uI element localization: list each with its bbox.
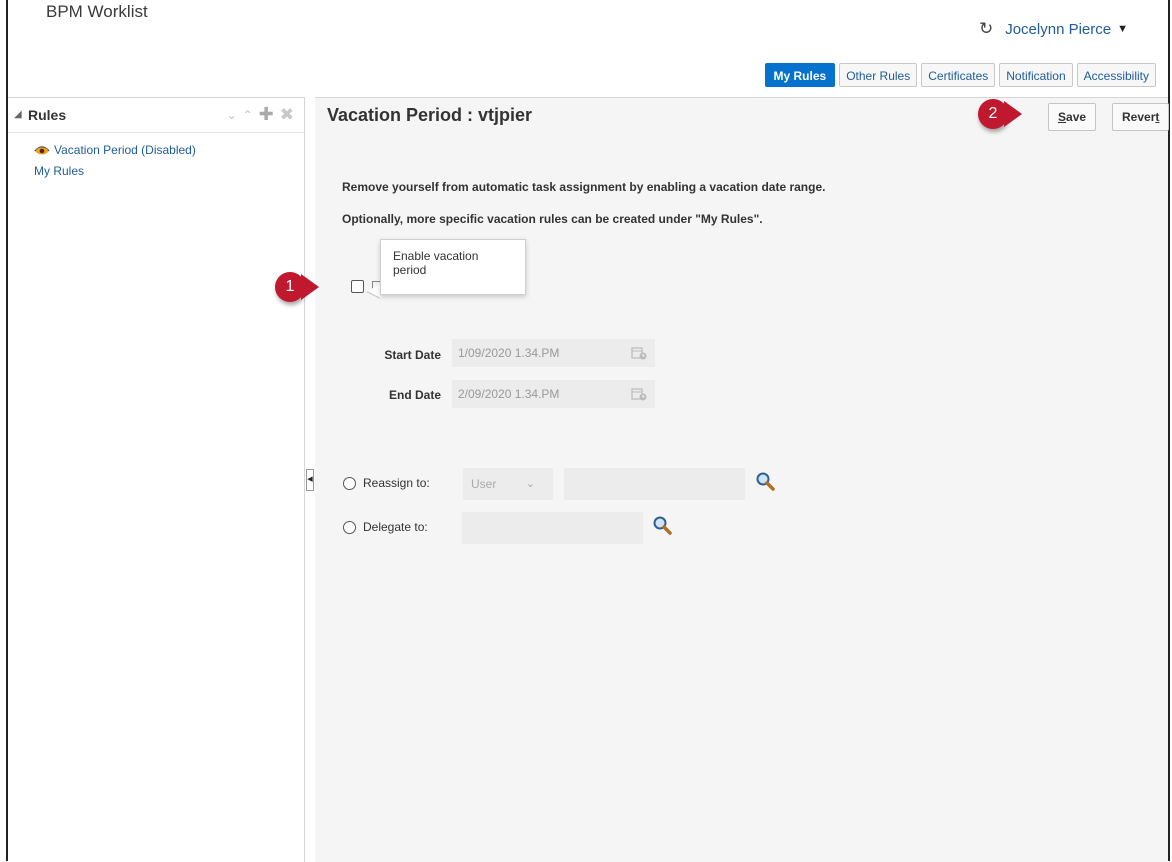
eye-icon xyxy=(34,145,50,154)
sidebar-item-label[interactable]: Vacation Period (Disabled) xyxy=(54,143,196,157)
search-icon[interactable] xyxy=(755,471,775,491)
user-name[interactable]: Jocelynn Pierce xyxy=(1005,21,1111,38)
chevron-down-icon: ⌄ xyxy=(525,478,535,490)
reassign-type-value: User xyxy=(471,477,497,491)
sidebar-toolbar: ⌄ ⌃ ✚ ✖ xyxy=(227,104,294,125)
sidebar-item-vacation-period[interactable]: Vacation Period (Disabled) xyxy=(34,139,304,160)
start-date-value: 1/09/2020 1.34.PM xyxy=(458,346,560,360)
delete-icon[interactable]: ✖ xyxy=(280,105,294,125)
enable-vacation-tooltip: Enable vacation period xyxy=(380,239,526,295)
reassign-radio[interactable] xyxy=(343,477,356,490)
revert-label-pre: Rever xyxy=(1122,110,1156,124)
start-date-field[interactable]: 1/09/2020 1.34.PM xyxy=(452,339,655,367)
end-date-value: 2/09/2020 1.34.PM xyxy=(458,387,560,401)
tab-certificates[interactable]: Certificates xyxy=(921,63,996,87)
delegate-radio[interactable] xyxy=(343,521,356,534)
tab-accessibility[interactable]: Accessibility xyxy=(1076,63,1156,87)
save-label-rest: ave xyxy=(1066,110,1087,124)
intro-text: Remove yourself from automatic task assi… xyxy=(342,180,826,194)
save-label-accesskey: S xyxy=(1058,110,1067,124)
page-title: Vacation Period : vtjpier xyxy=(327,105,533,125)
calendar-icon[interactable] xyxy=(631,387,647,401)
reassign-type-select[interactable]: User ⌄ xyxy=(463,468,553,500)
end-date-field[interactable]: 2/09/2020 1.34.PM xyxy=(452,380,655,408)
add-icon[interactable]: ✚ xyxy=(259,104,274,125)
step-callout-2: 2 xyxy=(978,99,1022,129)
reassign-label: Reassign to: xyxy=(363,476,430,490)
delegate-input[interactable] xyxy=(462,512,643,544)
sidebar-title: Rules xyxy=(28,107,67,123)
collapse-triangle-icon[interactable]: ◢ xyxy=(14,109,22,120)
app-title: BPM Worklist xyxy=(46,2,148,21)
reassign-input[interactable] xyxy=(564,468,745,500)
chevron-up-icon[interactable]: ⌃ xyxy=(243,108,253,122)
intro-text-optional: Optionally, more specific vacation rules… xyxy=(342,212,763,226)
caret-down-icon[interactable]: ▼ xyxy=(1117,23,1128,35)
calendar-icon[interactable] xyxy=(631,346,647,360)
enable-vacation-checkbox[interactable] xyxy=(351,280,364,293)
user-menu[interactable]: ↻ Jocelynn Pierce ▼ xyxy=(979,19,1128,39)
revert-label-accesskey: t xyxy=(1155,110,1160,124)
pane-collapse-handle[interactable]: ◀ xyxy=(306,469,314,491)
search-icon[interactable] xyxy=(652,515,672,535)
save-button[interactable]: Save xyxy=(1048,103,1097,131)
revert-button[interactable]: Revert xyxy=(1112,103,1170,131)
sidebar-item-my-rules[interactable]: My Rules xyxy=(34,160,304,181)
sidebar-header: ◢ Rules ⌄ ⌃ ✚ ✖ xyxy=(8,98,304,133)
tab-bar: My Rules Other Rules Certificates Notifi… xyxy=(764,63,1156,87)
step-callout-1: 1 xyxy=(275,272,319,302)
chevron-down-icon[interactable]: ⌄ xyxy=(227,108,237,122)
tab-notification[interactable]: Notification xyxy=(999,63,1073,87)
tooltip-tail xyxy=(367,284,381,298)
end-date-label: End Date xyxy=(388,388,441,402)
tab-other-rules[interactable]: Other Rules xyxy=(839,63,918,87)
rules-tree: Vacation Period (Disabled) My Rules xyxy=(8,133,304,181)
tab-my-rules[interactable]: My Rules xyxy=(764,63,836,87)
sidebar-item-label[interactable]: My Rules xyxy=(34,164,84,178)
rules-sidebar: ◢ Rules ⌄ ⌃ ✚ ✖ Vacation Period (Disable… xyxy=(8,97,305,862)
rule-detail-pane: Vacation Period : vtjpier Save Revert Re… xyxy=(315,97,1170,862)
delegate-label: Delegate to: xyxy=(363,520,428,534)
refresh-icon[interactable]: ↻ xyxy=(979,19,993,39)
start-date-label: Start Date xyxy=(384,348,441,362)
